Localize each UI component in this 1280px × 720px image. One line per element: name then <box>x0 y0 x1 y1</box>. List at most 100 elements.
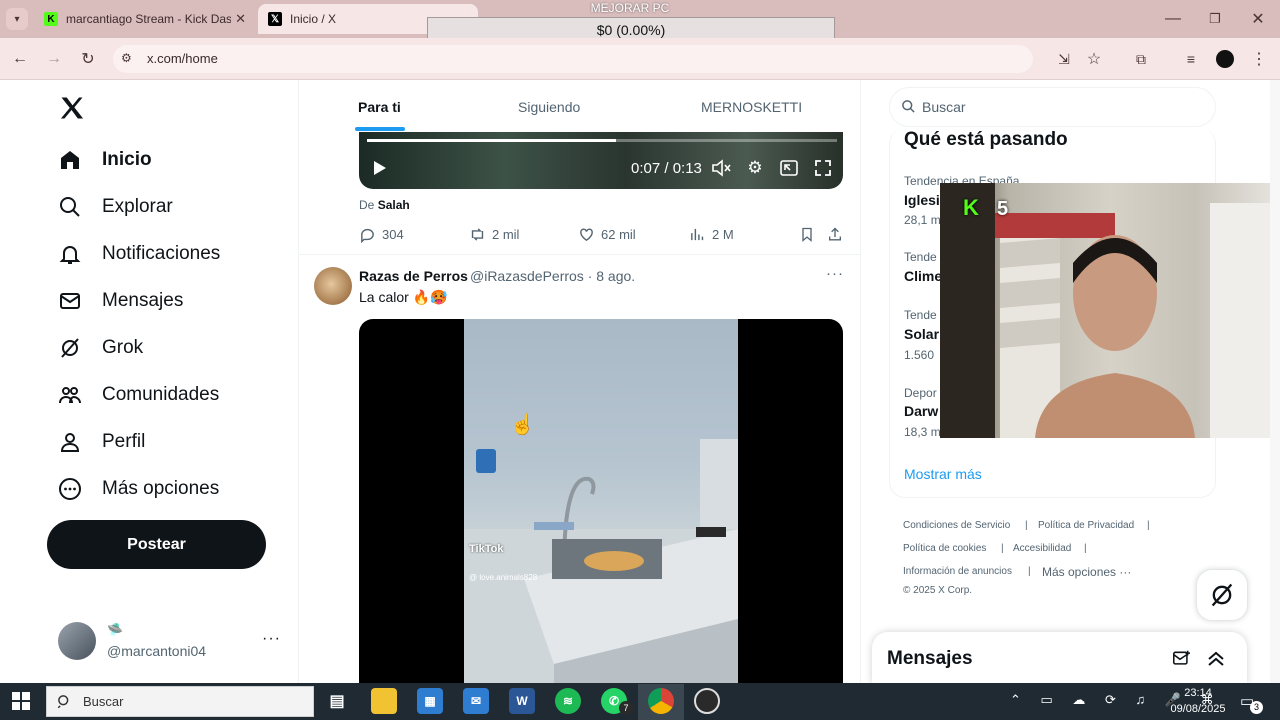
word-icon[interactable]: W <box>509 688 535 714</box>
footer-cookies-link[interactable]: Política de cookies <box>903 543 986 554</box>
chrome-icon[interactable] <box>648 688 674 714</box>
like-button[interactable]: 62 mil <box>578 226 636 243</box>
footer-privacy-link[interactable]: Política de Privacidad <box>1038 520 1134 531</box>
x-icon: 𝕏 <box>268 12 282 26</box>
bookmark-icon <box>802 227 812 242</box>
sidebar-item-notificaciones[interactable]: Notificaciones <box>58 237 220 271</box>
post-more-icon[interactable]: ··· <box>826 265 844 282</box>
search-input[interactable]: Buscar <box>889 87 1216 127</box>
install-app-icon[interactable]: ⇲ <box>1053 48 1075 70</box>
mute-icon[interactable] <box>711 158 731 178</box>
avatar[interactable] <box>314 267 352 305</box>
sidebar-item-mensajes[interactable]: Mensajes <box>58 284 183 318</box>
extensions-icon[interactable]: ⧉ <box>1130 48 1152 70</box>
mouse-cursor-icon: ☝ <box>510 414 535 436</box>
kick-icon: K <box>44 12 58 26</box>
sidebar-item-perfil[interactable]: Perfil <box>58 425 145 459</box>
views-button[interactable]: 2 M <box>689 226 734 243</box>
media-control-icon[interactable]: ≡ <box>1180 48 1202 70</box>
repost-button[interactable]: 2 mil <box>469 226 519 243</box>
tab-siguiendo[interactable]: Siguiendo <box>518 99 580 115</box>
post-button[interactable]: Postear <box>47 520 266 569</box>
tab-search-button[interactable]: ▾ <box>6 8 28 30</box>
post-divider <box>298 254 861 255</box>
spotify-icon[interactable]: ≋ <box>555 688 581 714</box>
bookmark-star-icon[interactable]: ☆ <box>1083 48 1105 70</box>
play-icon[interactable] <box>370 158 390 178</box>
sidebar-item-comunidades[interactable]: Comunidades <box>58 378 219 412</box>
mail-app-icon[interactable]: ✉ <box>463 688 489 714</box>
notification-badge: 3 <box>1250 701 1263 714</box>
post-author-meta[interactable]: @iRazasdePerros · 8 ago. <box>470 268 635 284</box>
trend-name[interactable]: Clime <box>904 268 942 284</box>
sidebar-item-mas-opciones[interactable]: Más opciones <box>58 472 219 506</box>
browser-tab-kick[interactable]: K marcantiago Stream - Kick Dasl ✕ <box>34 4 256 34</box>
store-icon[interactable]: ▦ <box>417 688 443 714</box>
grok-floating-button[interactable] <box>1196 569 1248 621</box>
restore-button[interactable]: ❐ <box>1204 8 1226 30</box>
account-more-icon[interactable]: ··· <box>262 630 281 648</box>
url-text[interactable]: x.com/home <box>147 51 218 66</box>
trend-category: Tende <box>904 250 937 264</box>
video-time: 0:07 / 0:13 <box>631 160 702 177</box>
fullscreen-icon[interactable] <box>813 158 833 178</box>
kick-logo-icon: K <box>963 195 979 220</box>
settings-gear-icon[interactable]: ⚙ <box>745 158 765 178</box>
omnibox[interactable]: ⚙ <box>113 45 1033 73</box>
sidebar-item-label: Perfil <box>102 431 146 452</box>
post-video[interactable] <box>359 319 843 689</box>
footer-ads-info-link[interactable]: Información de anuncios <box>903 566 1012 577</box>
trend-name[interactable]: Darw <box>904 403 938 419</box>
site-info-icon[interactable]: ⚙ <box>121 51 132 65</box>
bell-icon <box>58 242 82 266</box>
obs-icon[interactable] <box>694 688 720 714</box>
browser-menu-icon[interactable]: ⋮ <box>1248 48 1270 70</box>
share-button[interactable] <box>827 226 849 243</box>
account-handle[interactable]: @marcantoni04 <box>107 643 206 659</box>
sidebar-item-explorar[interactable]: Explorar <box>58 190 173 224</box>
trend-count: 28,1 m <box>904 213 941 227</box>
minimize-button[interactable]: — <box>1162 8 1184 30</box>
profile-avatar[interactable] <box>1214 48 1236 70</box>
x-logo-icon[interactable] <box>58 94 86 122</box>
windows-start-icon[interactable] <box>12 692 30 715</box>
pip-icon[interactable] <box>779 158 799 178</box>
taskbar-clock[interactable]: 23:14 09/08/2025 <box>1168 685 1228 717</box>
trend-category: Depor <box>904 386 937 400</box>
heart-icon <box>580 228 593 242</box>
trend-name[interactable]: Solar <box>904 326 939 342</box>
footer-copyright: © 2025 X Corp. <box>903 585 973 596</box>
tab-para-ti[interactable]: Para ti <box>358 99 401 115</box>
footer-more-link[interactable]: Más opciones ··· <box>1042 565 1131 579</box>
trends-title: Qué está pasando <box>904 129 1068 150</box>
new-message-icon[interactable] <box>1172 650 1191 672</box>
show-more-link[interactable]: Mostrar más <box>904 466 982 482</box>
taskbar-search-input[interactable]: Buscar <box>46 686 314 717</box>
file-explorer-icon[interactable] <box>371 688 397 714</box>
video-source[interactable]: De Salah <box>359 198 410 212</box>
page-scrollbar[interactable] <box>1270 80 1280 683</box>
footer-terms-link[interactable]: Condiciones de Servicio <box>903 520 1010 531</box>
reload-icon[interactable]: ↻ <box>77 48 99 70</box>
sidebar-item-grok[interactable]: Grok <box>58 331 143 365</box>
sidebar-item-label: Mensajes <box>102 290 184 311</box>
back-icon[interactable]: ← <box>9 48 31 70</box>
grok-icon <box>58 336 82 360</box>
reply-count: 304 <box>382 227 404 242</box>
task-view-icon[interactable]: ▤ <box>324 688 350 714</box>
reply-button[interactable]: 304 <box>359 226 404 243</box>
footer-accessibility-link[interactable]: Accesibilidad <box>1013 543 1071 554</box>
forward-icon[interactable]: → <box>43 48 65 70</box>
active-tab-indicator <box>355 127 405 131</box>
source-name[interactable]: Salah <box>378 198 410 212</box>
trend-name[interactable]: Iglesi <box>904 192 940 208</box>
bookmark-button[interactable] <box>799 226 821 243</box>
collapse-chevron-icon[interactable] <box>1207 650 1225 671</box>
close-tab-icon[interactable]: ✕ <box>235 11 246 27</box>
close-window-button[interactable]: ✕ <box>1247 8 1269 30</box>
post-author-name[interactable]: Razas de Perros <box>359 268 468 284</box>
tab-mernosketti[interactable]: MERNOSKETTI <box>701 99 802 115</box>
sidebar-item-inicio[interactable]: Inicio <box>58 143 152 177</box>
avatar[interactable] <box>58 622 96 660</box>
like-count: 62 mil <box>601 227 636 242</box>
